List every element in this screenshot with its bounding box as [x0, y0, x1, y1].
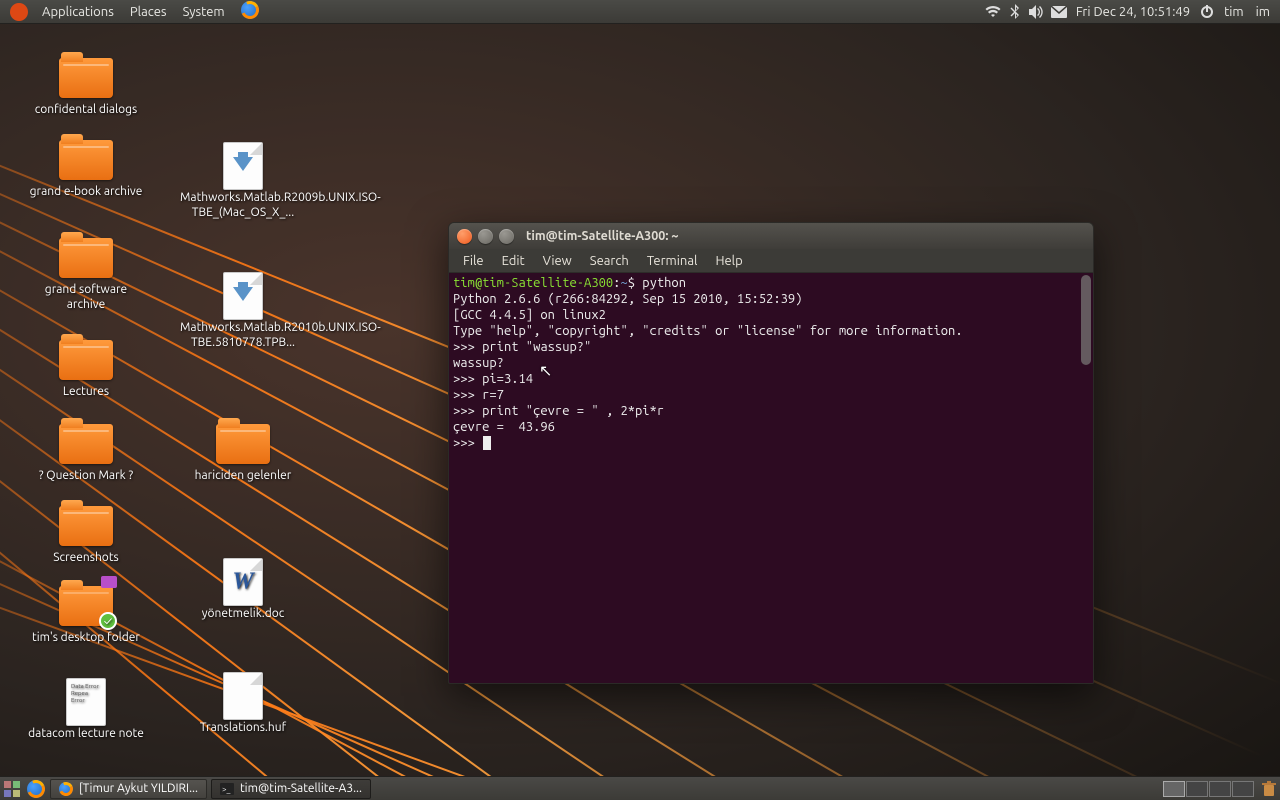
- taskbar-item-label: [Timur Aykut YILDIRI...: [79, 782, 198, 795]
- terminal-menubar: File Edit View Search Terminal Help: [449, 249, 1093, 273]
- workspace-2[interactable]: [1186, 781, 1208, 797]
- terminal-window[interactable]: tim@tim-Satellite-A300: ~ File Edit View…: [448, 222, 1094, 684]
- desktop-icon-matlab-2009b[interactable]: Mathworks.Matlab.R2009b.UNIX.ISO-TBE_(Ma…: [168, 142, 318, 220]
- wifi-icon[interactable]: [982, 0, 1004, 24]
- workspace-3[interactable]: [1209, 781, 1231, 797]
- taskbar-item-label: tim@tim-Satellite-A3...: [240, 782, 362, 795]
- desktop-icon-label: hariciden gelenler: [193, 468, 294, 483]
- trash-icon[interactable]: [1258, 777, 1280, 800]
- terminal-line: python: [642, 276, 686, 290]
- show-desktop-button[interactable]: [0, 777, 24, 800]
- terminal-line: Python 2.6.6 (r266:84292, Sep 15 2010, 1…: [453, 292, 802, 306]
- terminal-scrollbar[interactable]: [1079, 273, 1093, 683]
- desktop-icon-grand-software-archive[interactable]: grand software archive: [26, 234, 146, 312]
- firefox-icon: [59, 782, 73, 796]
- desktop-icon-label: Mathworks.Matlab.R2010b.UNIX.ISO-TBE.581…: [178, 320, 308, 350]
- terminal-line: wassup?: [453, 356, 504, 370]
- desktop-icon-yonetmelik-doc[interactable]: yönetmelik.doc: [168, 558, 318, 621]
- terminal-output[interactable]: tim@tim-Satellite-A300:~$ python Python …: [449, 273, 1093, 453]
- generic-file-icon: [223, 672, 263, 720]
- workspace-switcher[interactable]: [1163, 781, 1254, 797]
- window-maximize-button[interactable]: [499, 229, 514, 244]
- taskbar-item-terminal[interactable]: >_ tim@tim-Satellite-A3...: [211, 779, 371, 799]
- workspace-1[interactable]: [1163, 781, 1185, 797]
- bluetooth-icon[interactable]: [1004, 0, 1026, 24]
- desktop-icon-label: Lectures: [61, 384, 111, 399]
- desktop-icon-label: Translations.huf: [198, 720, 288, 735]
- firefox-taskbar-launcher[interactable]: [24, 777, 48, 800]
- terminal-body[interactable]: tim@tim-Satellite-A300:~$ python Python …: [449, 273, 1093, 683]
- desktop-icon-label: tim's desktop folder: [30, 630, 142, 645]
- desktop-icon-label: datacom lecture note: [26, 726, 146, 741]
- terminal-line: çevre = 43.96: [453, 420, 555, 434]
- menu-places[interactable]: Places: [122, 5, 175, 19]
- terminal-prompt-user: tim@tim-Satellite-A300: [453, 276, 613, 290]
- terminal-prompt-path: ~: [620, 276, 627, 290]
- menu-system[interactable]: System: [175, 5, 233, 19]
- window-minimize-button[interactable]: [478, 229, 493, 244]
- desktop-icon-label: Mathworks.Matlab.R2009b.UNIX.ISO-TBE_(Ma…: [178, 190, 308, 220]
- top-panel: Applications Places System Fri Dec 24, 1…: [0, 0, 1280, 24]
- download-file-icon: [223, 272, 263, 320]
- firefox-icon: [27, 780, 45, 798]
- menu-terminal[interactable]: Terminal: [639, 252, 706, 270]
- ubuntu-logo-icon[interactable]: [10, 3, 28, 21]
- terminal-line: >>> r=7: [453, 388, 504, 402]
- bookmark-badge-icon: [101, 576, 117, 588]
- taskbar-item-firefox[interactable]: [Timur Aykut YILDIRI...: [50, 779, 207, 799]
- desktop-icon-question-mark[interactable]: ? Question Mark ?: [26, 420, 146, 483]
- terminal-cursor: [483, 436, 491, 450]
- terminal-line: >>> print "çevre = " , 2*pi*r: [453, 404, 664, 418]
- terminal-line: >>> print "wassup?": [453, 340, 591, 354]
- desktop-icon-datacom-lecture-note[interactable]: Data Error Repea Error datacom lecture n…: [26, 678, 146, 741]
- window-title: tim@tim-Satellite-A300: ~: [526, 229, 678, 243]
- volume-icon[interactable]: [1026, 0, 1048, 24]
- download-file-icon: [223, 142, 263, 190]
- desktop-icon-matlab-2010b[interactable]: Mathworks.Matlab.R2010b.UNIX.ISO-TBE.581…: [168, 272, 318, 350]
- window-close-button[interactable]: [457, 229, 472, 244]
- desktop-icon-label: grand e-book archive: [28, 184, 145, 199]
- bottom-panel: [Timur Aykut YILDIRI... >_ tim@tim-Satel…: [0, 776, 1280, 800]
- menu-applications[interactable]: Applications: [34, 5, 122, 19]
- desktop-icon-screenshots[interactable]: Screenshots: [26, 502, 146, 565]
- terminal-line: Type "help", "copyright", "credits" or "…: [453, 324, 963, 338]
- desktop-icon-label: yönetmelik.doc: [200, 606, 287, 621]
- workspace-4[interactable]: [1232, 781, 1254, 797]
- desktop-icon-translations-huf[interactable]: Translations.huf: [168, 672, 318, 735]
- desktop-icon-label: confidental dialogs: [33, 102, 140, 117]
- mail-icon[interactable]: [1048, 0, 1070, 24]
- im-indicator[interactable]: im: [1250, 5, 1276, 19]
- menu-help[interactable]: Help: [707, 252, 750, 270]
- menu-edit[interactable]: Edit: [494, 252, 533, 270]
- firefox-icon: [241, 1, 259, 19]
- desktop-icon-label: Screenshots: [51, 550, 121, 565]
- shutdown-icon[interactable]: [1196, 0, 1218, 24]
- scrollbar-thumb[interactable]: [1081, 275, 1091, 365]
- svg-text:>_: >_: [222, 785, 231, 794]
- terminal-line: >>>: [453, 436, 482, 450]
- firefox-launcher[interactable]: [233, 1, 267, 22]
- window-titlebar[interactable]: tim@tim-Satellite-A300: ~: [449, 223, 1093, 249]
- desktop-icon-confidental-dialogs[interactable]: confidental dialogs: [26, 54, 146, 117]
- menu-search[interactable]: Search: [582, 252, 637, 270]
- word-file-icon: [223, 558, 263, 606]
- desktop-icon-tims-desktop-folder[interactable]: ✓ tim's desktop folder: [26, 582, 146, 645]
- menu-view[interactable]: View: [535, 252, 580, 270]
- terminal-icon: >_: [220, 783, 234, 795]
- clock[interactable]: Fri Dec 24, 10:51:49: [1070, 5, 1196, 19]
- desktop-icon-label: grand software archive: [26, 282, 146, 312]
- text-file-icon: Data Error Repea Error: [66, 678, 106, 726]
- menu-file[interactable]: File: [455, 252, 492, 270]
- sync-ok-badge-icon: ✓: [99, 612, 117, 630]
- terminal-line: >>> pi=3.14: [453, 372, 533, 386]
- desktop-icon-label: ? Question Mark ?: [37, 468, 135, 483]
- desktop-icon-grand-ebook-archive[interactable]: grand e-book archive: [26, 136, 146, 199]
- desktop-icon-lectures[interactable]: Lectures: [26, 336, 146, 399]
- desktop-icon-hariciden-gelenler[interactable]: hariciden gelenler: [168, 420, 318, 483]
- terminal-line: [GCC 4.4.5] on linux2: [453, 308, 606, 322]
- user-menu[interactable]: tim: [1218, 5, 1250, 19]
